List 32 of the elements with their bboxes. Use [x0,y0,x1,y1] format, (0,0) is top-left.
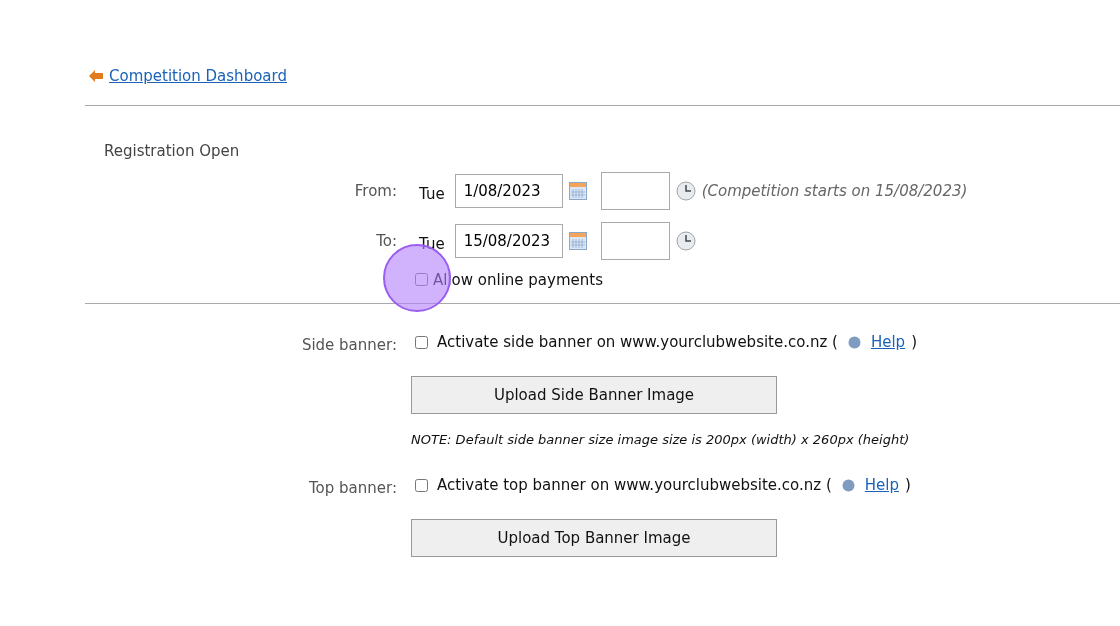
time-field[interactable] [600,172,670,210]
banner-checkbox[interactable] [415,478,428,492]
field-label: To: [375,232,397,250]
upload-banner-button[interactable]: Upload Side Banner Image [411,376,777,414]
clock-icon[interactable] [675,231,696,251]
banner-checkbox[interactable] [415,335,428,349]
competition-dashboard-link[interactable]: Competition Dashboard [109,67,287,85]
field-label: Top banner: [308,478,397,497]
time-field[interactable] [600,222,670,260]
date-field[interactable]: 15/08/2023 [454,224,563,258]
date-field[interactable]: 1/08/2023 [454,174,563,208]
competition-start-note: (Competition starts on 15/08/2023) [701,182,968,200]
help-link[interactable]: Help [864,476,899,494]
section-heading: Registration Open [104,142,241,160]
weekday-text: Tue [419,234,445,253]
online-payments-checkbox[interactable] [415,273,428,286]
closing-paren: ) [911,333,917,351]
help-icon [841,478,855,492]
calendar-icon[interactable] [568,232,587,250]
banner-size-note: NOTE: Default side banner size image size is 200px (width) x 260px (height) [411,432,911,447]
calendar-icon[interactable] [568,182,587,200]
closing-paren: ) [905,476,911,494]
checkbox-label: Activate top banner on www.yourclubwebsite.co.nz ( [437,476,832,494]
field-label: From: [353,182,397,200]
help-icon [847,335,861,349]
back-arrow-icon [89,70,103,82]
field-label: Side banner: [300,335,397,354]
upload-banner-button[interactable]: Upload Top Banner Image [411,519,777,557]
checkbox-label: Activate side banner on www.yourclubwebsite.co.nz ( [437,333,838,351]
help-link[interactable]: Help [870,333,906,351]
weekday-text: Tue [419,184,445,203]
clock-icon[interactable] [675,181,696,201]
